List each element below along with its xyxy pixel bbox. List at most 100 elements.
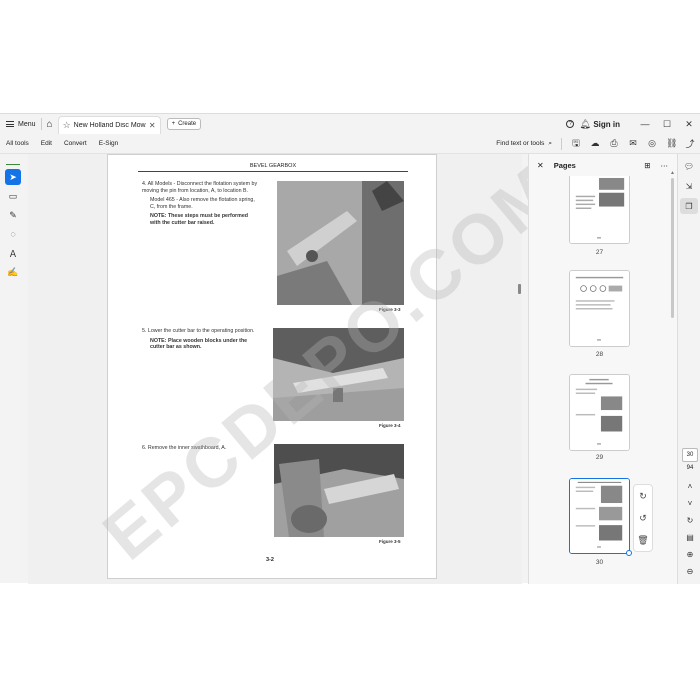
- create-button[interactable]: + Create: [166, 118, 202, 130]
- step-6-text: 6. Remove the inner swathboard, A.: [142, 445, 227, 451]
- document-tab[interactable]: ☆ New Holland Disc Mow... ✕: [57, 116, 161, 134]
- title-bar: Menu ⌂ ☆ New Holland Disc Mow... ✕ + Cre…: [0, 114, 700, 134]
- more-options-icon[interactable]: ⋯: [661, 161, 669, 170]
- thumb-29-preview: [570, 375, 629, 450]
- menu-label: Menu: [18, 120, 36, 128]
- find-text-button[interactable]: Find text or tools ⌕: [496, 140, 552, 148]
- maximize-icon[interactable]: ☐: [656, 119, 678, 130]
- divider: [561, 137, 562, 150]
- page-header: BEVEL GEARBOX: [138, 163, 408, 172]
- toolbar-right: Find text or tools ⌕ 🖫︎ ☁︎ ⎙ ✉ ◎ ⛓︎ ⤴: [496, 136, 700, 152]
- acrobat-window: Menu ⌂ ☆ New Holland Disc Mow... ✕ + Cre…: [0, 113, 700, 584]
- tool-convert[interactable]: Convert: [58, 140, 93, 147]
- figure-3-4-photo: [273, 328, 404, 421]
- hamburger-icon: [6, 121, 14, 127]
- thumbnail-tools: ↻ ↺ 🗑︎: [633, 484, 653, 552]
- insert-page-icon[interactable]: ⊞: [644, 161, 650, 170]
- thumb-label-28: 28: [595, 351, 604, 358]
- refresh-icon[interactable]: ↻: [682, 516, 698, 525]
- document-view[interactable]: BEVEL GEARBOX 4. All Models - Disconnect…: [28, 149, 575, 584]
- scroll-up-icon[interactable]: ▲: [670, 170, 675, 176]
- page-number-label: 3-2: [266, 557, 274, 563]
- create-label: Create: [178, 121, 197, 127]
- home-icon: ⌂: [46, 118, 53, 130]
- plus-icon: +: [171, 121, 176, 127]
- figure-3-3-caption: Figure 3-3: [379, 307, 401, 312]
- pages-panel-title: Pages: [553, 160, 576, 170]
- ai-assistant-icon[interactable]: ◎: [647, 138, 657, 149]
- figure-3-3-photo: [277, 181, 404, 305]
- panel-splitter-handle[interactable]: [518, 284, 521, 294]
- thumb-label-27: 27: [595, 249, 604, 256]
- save-icon[interactable]: 🖫︎: [571, 136, 581, 152]
- tool-esign[interactable]: E-Sign: [93, 140, 125, 147]
- search-icon: ⌕: [548, 139, 552, 147]
- home-button[interactable]: ⌂: [42, 114, 58, 134]
- draw-lasso-icon[interactable]: ◌: [5, 226, 21, 242]
- resize-handle[interactable]: [626, 550, 632, 556]
- tab-title: New Holland Disc Mow...: [73, 122, 146, 129]
- figure-3-5-photo: [274, 444, 404, 537]
- tool-edit[interactable]: Edit: [35, 140, 58, 147]
- step-5: 5. Lower the cutter bar to the operating…: [142, 328, 260, 354]
- mail-icon[interactable]: ✉: [628, 138, 638, 149]
- previous-page-icon[interactable]: ˄: [682, 482, 698, 491]
- page-thumbnail-27[interactable]: [569, 176, 630, 244]
- sign-stamp-icon[interactable]: ✍: [5, 264, 21, 280]
- zoom-in-icon[interactable]: ⊕: [682, 550, 698, 559]
- next-page-icon[interactable]: ˅: [682, 499, 698, 508]
- minimize-icon[interactable]: —: [634, 119, 656, 129]
- thumb-30-preview: [570, 479, 629, 553]
- text-box-icon[interactable]: Ａ: [5, 245, 21, 261]
- bell-icon[interactable]: 🔔︎: [579, 119, 590, 130]
- close-panel-icon[interactable]: ✕: [537, 161, 544, 170]
- close-tab-icon[interactable]: ✕: [149, 121, 156, 130]
- left-tool-rail: ➤ ▭ ✎ ◌ Ａ ✍: [3, 164, 23, 404]
- select-cursor-icon[interactable]: ➤: [5, 169, 21, 185]
- thumb-28-preview: [570, 271, 629, 346]
- current-page-field[interactable]: 30: [682, 448, 698, 462]
- figure-3-5-caption: Figure 3-5: [379, 539, 401, 544]
- comments-panel-icon[interactable]: 💬︎: [680, 158, 698, 174]
- menu-button[interactable]: Menu: [0, 114, 41, 134]
- page-thumbnail-28[interactable]: [569, 270, 630, 347]
- pages-scrollbar[interactable]: ▲: [670, 170, 675, 578]
- thumb-27-preview: [570, 176, 629, 243]
- help-icon[interactable]: ?: [566, 120, 575, 128]
- sign-in-button[interactable]: Sign in: [593, 120, 620, 129]
- scrollbar-thumb[interactable]: [671, 178, 674, 318]
- thumb-label-30: 30: [595, 559, 604, 566]
- figure-3-4-caption: Figure 3-4: [379, 423, 401, 428]
- bookmark-export-icon[interactable]: ⇲: [680, 178, 698, 194]
- total-pages-label: 94: [686, 465, 694, 471]
- pdf-page: BEVEL GEARBOX 4. All Models - Disconnect…: [107, 154, 437, 579]
- highlight-pen-icon[interactable]: ✎: [5, 207, 21, 223]
- zoom-out-icon[interactable]: ⊖: [682, 567, 698, 576]
- right-rail: 💬︎ ⇲ ❐ 30 94 ˄ ˅ ↻ ▤ ⊕ ⊖: [677, 154, 700, 584]
- tool-all-tools[interactable]: All tools: [0, 140, 35, 147]
- thumb-label-29: 29: [595, 454, 604, 461]
- rail-accent-line: [6, 164, 20, 165]
- step-4-note: NOTE: These steps must be performed with…: [150, 213, 249, 226]
- star-icon[interactable]: ☆: [63, 120, 71, 131]
- comment-icon[interactable]: ▭: [5, 188, 21, 204]
- page-thumbnail-29[interactable]: [569, 374, 630, 451]
- main-toolbar: All tools Edit Convert E-Sign Find text …: [0, 134, 700, 154]
- delete-page-icon[interactable]: 🗑︎: [637, 535, 648, 546]
- pages-panel-icon[interactable]: ❐: [680, 198, 698, 214]
- pages-panel: ✕ Pages ⊞ ⋯ 27 28 29 30 ↻ ↺ 🗑︎ ▲: [528, 154, 677, 584]
- print-icon[interactable]: ⎙: [609, 138, 619, 149]
- rotate-counterclockwise-icon[interactable]: ↺: [639, 513, 647, 524]
- link-icon[interactable]: ⛓︎: [666, 138, 677, 149]
- step-4: 4. All Models - Disconnect the flotation…: [142, 181, 260, 230]
- rotate-clockwise-icon[interactable]: ↻: [639, 491, 647, 502]
- page-thumbnail-30[interactable]: [569, 478, 630, 554]
- step-5-note: NOTE: Place wooden blocks under the cutt…: [150, 337, 248, 351]
- upload-cloud-icon[interactable]: ☁︎: [590, 138, 600, 149]
- step-5-text: 5. Lower the cutter bar to the operating…: [142, 328, 255, 334]
- step-4-text: 4. All Models - Disconnect the flotation…: [142, 181, 258, 194]
- document-properties-icon[interactable]: ▤: [682, 533, 698, 542]
- step-6: 6. Remove the inner swathboard, A.: [142, 445, 260, 455]
- close-window-icon[interactable]: ✕: [678, 119, 700, 130]
- share-icon[interactable]: ⤴: [685, 137, 695, 150]
